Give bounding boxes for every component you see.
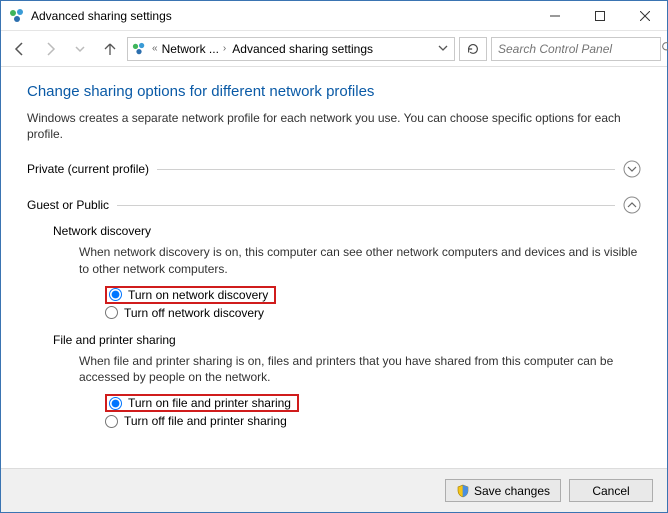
navbar: « Network ... › Advanced sharing setting… <box>1 31 667 67</box>
refresh-button[interactable] <box>459 37 487 61</box>
page-description: Windows creates a separate network profi… <box>27 110 641 142</box>
save-changes-button[interactable]: Save changes <box>445 479 561 502</box>
radio-input[interactable] <box>109 288 122 301</box>
radio-network-discovery-off[interactable]: Turn off network discovery <box>105 305 641 321</box>
breadcrumb-label: Advanced sharing settings <box>232 42 373 56</box>
radio-input[interactable] <box>105 415 118 428</box>
chevron-right-icon: › <box>223 43 226 54</box>
chevron-left-icon: « <box>152 43 158 54</box>
radio-file-printer-on[interactable]: Turn on file and printer sharing <box>105 393 641 413</box>
radio-file-printer-off[interactable]: Turn off file and printer sharing <box>105 413 641 429</box>
expand-icon[interactable] <box>623 160 641 178</box>
minimize-button[interactable] <box>532 1 577 31</box>
network-icon <box>132 42 146 56</box>
recent-locations-button[interactable] <box>67 36 93 62</box>
breadcrumb-segment[interactable]: « Network ... › <box>152 42 226 56</box>
shield-icon <box>456 484 470 498</box>
breadcrumb-label: Network ... <box>162 42 219 56</box>
back-button[interactable] <box>7 36 33 62</box>
group-network-discovery: Network discovery When network discovery… <box>27 224 641 320</box>
highlight-box: Turn on file and printer sharing <box>105 394 299 412</box>
group-description: When file and printer sharing is on, fil… <box>53 353 641 385</box>
radio-label: Turn off network discovery <box>124 306 264 320</box>
section-guest-public[interactable]: Guest or Public <box>27 192 641 218</box>
button-label: Save changes <box>474 484 550 498</box>
search-box[interactable] <box>491 37 661 61</box>
radio-label: Turn off file and printer sharing <box>124 414 287 428</box>
collapse-icon[interactable] <box>623 196 641 214</box>
radio-network-discovery-on[interactable]: Turn on network discovery <box>105 285 641 305</box>
group-file-printer-sharing: File and printer sharing When file and p… <box>27 333 641 429</box>
group-title: Network discovery <box>53 224 641 238</box>
footer: Save changes Cancel <box>1 468 667 512</box>
network-icon <box>9 8 25 24</box>
radio-label: Turn on network discovery <box>128 288 268 302</box>
up-button[interactable] <box>97 36 123 62</box>
group-title: File and printer sharing <box>53 333 641 347</box>
content-area: Change sharing options for different net… <box>1 67 667 468</box>
window-title: Advanced sharing settings <box>31 9 172 23</box>
radio-input[interactable] <box>109 397 122 410</box>
search-icon <box>661 41 668 57</box>
button-label: Cancel <box>592 484 629 498</box>
highlight-box: Turn on network discovery <box>105 286 276 304</box>
address-bar[interactable]: « Network ... › Advanced sharing setting… <box>127 37 455 61</box>
radio-label: Turn on file and printer sharing <box>128 396 291 410</box>
section-label: Guest or Public <box>27 198 109 212</box>
cancel-button[interactable]: Cancel <box>569 479 653 502</box>
forward-button[interactable] <box>37 36 63 62</box>
address-dropdown-icon[interactable] <box>438 42 448 56</box>
page-heading: Change sharing options for different net… <box>27 83 641 100</box>
divider <box>157 169 615 170</box>
section-label: Private (current profile) <box>27 162 149 176</box>
radio-input[interactable] <box>105 306 118 319</box>
maximize-button[interactable] <box>577 1 622 31</box>
titlebar: Advanced sharing settings <box>1 1 667 31</box>
divider <box>117 205 615 206</box>
close-button[interactable] <box>622 1 667 31</box>
section-private[interactable]: Private (current profile) <box>27 156 641 182</box>
search-input[interactable] <box>496 41 657 57</box>
breadcrumb-segment[interactable]: Advanced sharing settings <box>232 42 373 56</box>
group-description: When network discovery is on, this compu… <box>53 244 641 276</box>
